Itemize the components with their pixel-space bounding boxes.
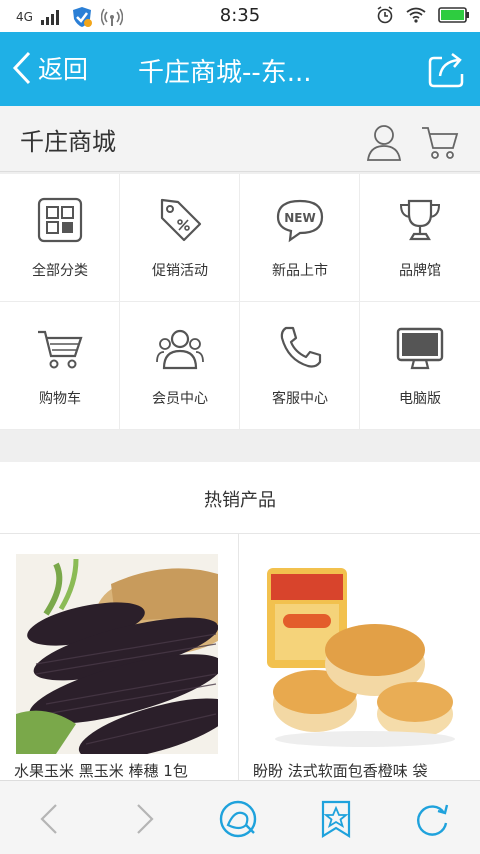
sale-tag-icon <box>160 198 202 242</box>
menu-item-brand-hall[interactable]: 品牌馆 <box>360 174 480 302</box>
monitor-icon <box>396 327 444 370</box>
page-title: 千庄商城--东... <box>138 58 312 88</box>
category-grid-icon <box>37 197 83 243</box>
menu-item-customer-service[interactable]: 客服中心 <box>240 302 360 430</box>
product-card[interactable]: 盼盼 法式软面包香橙味 袋 <box>238 534 474 780</box>
menu-label: 促销活动 <box>152 263 208 279</box>
menu-item-new-arrivals[interactable]: NEW 新品上市 <box>240 174 360 302</box>
nav-back-icon[interactable] <box>30 799 70 839</box>
product-image-black-corn <box>16 554 218 754</box>
chevron-left-icon <box>12 51 31 85</box>
menu-label: 电脑版 <box>399 391 441 407</box>
back-button[interactable]: 返回 <box>12 50 88 86</box>
nav-forward-icon[interactable] <box>124 799 164 839</box>
phone-icon <box>280 326 322 368</box>
menu-label: 全部分类 <box>32 263 88 279</box>
battery-icon <box>438 7 469 23</box>
status-right <box>376 6 470 24</box>
new-badge-icon: NEW <box>276 199 324 243</box>
store-header: 千庄商城 <box>0 106 480 172</box>
cart-icon[interactable] <box>420 122 460 162</box>
menu-item-shopping-cart[interactable]: 购物车 <box>0 302 120 430</box>
product-card[interactable]: 水果玉米 黑玉米 棒穗 1包 <box>0 534 236 780</box>
section-divider <box>0 430 480 462</box>
menu-item-all-categories[interactable]: 全部分类 <box>0 174 120 302</box>
menu-item-promotions[interactable]: 促销活动 <box>120 174 240 302</box>
hot-products-header: 热销产品 <box>0 462 480 534</box>
product-image-soft-bread <box>255 554 457 754</box>
share-icon[interactable] <box>428 50 466 88</box>
refresh-icon[interactable] <box>412 799 452 839</box>
alarm-icon <box>377 6 393 24</box>
trophy-icon <box>399 199 441 241</box>
members-icon <box>156 329 204 370</box>
bookmark-star-icon[interactable] <box>316 799 356 839</box>
store-name: 千庄商城 <box>20 128 116 156</box>
product-list: 水果玉米 黑玉米 棒穗 1包 盼盼 法式软面包香橙味 袋 <box>0 534 480 780</box>
app-bar: 返回 千庄商城--东... <box>0 32 480 106</box>
menu-label: 品牌馆 <box>399 263 441 279</box>
menu-label: 客服中心 <box>272 391 328 407</box>
section-title: 热销产品 <box>204 490 276 511</box>
browser-toolbar <box>0 780 480 854</box>
back-label: 返回 <box>38 55 89 84</box>
menu-item-desktop-version[interactable]: 电脑版 <box>360 302 480 430</box>
product-name: 盼盼 法式软面包香橙味 袋 <box>253 762 428 780</box>
product-name: 水果玉米 黑玉米 棒穗 1包 <box>14 762 188 780</box>
user-icon[interactable] <box>366 122 402 162</box>
wifi-icon <box>406 7 426 23</box>
menu-grid: 全部分类 促销活动 NEW 新品上市 品牌馆 购物车 会员中心 客服中心 电脑版 <box>0 174 480 430</box>
menu-label: 新品上市 <box>272 263 328 279</box>
menu-label: 购物车 <box>39 391 81 407</box>
status-bar: 4G 8:35 <box>0 0 480 32</box>
browser-home-icon[interactable] <box>218 799 258 839</box>
menu-item-member-center[interactable]: 会员中心 <box>120 302 240 430</box>
svg-text:NEW: NEW <box>284 211 315 225</box>
cart-icon <box>38 330 83 369</box>
menu-label: 会员中心 <box>152 391 208 407</box>
